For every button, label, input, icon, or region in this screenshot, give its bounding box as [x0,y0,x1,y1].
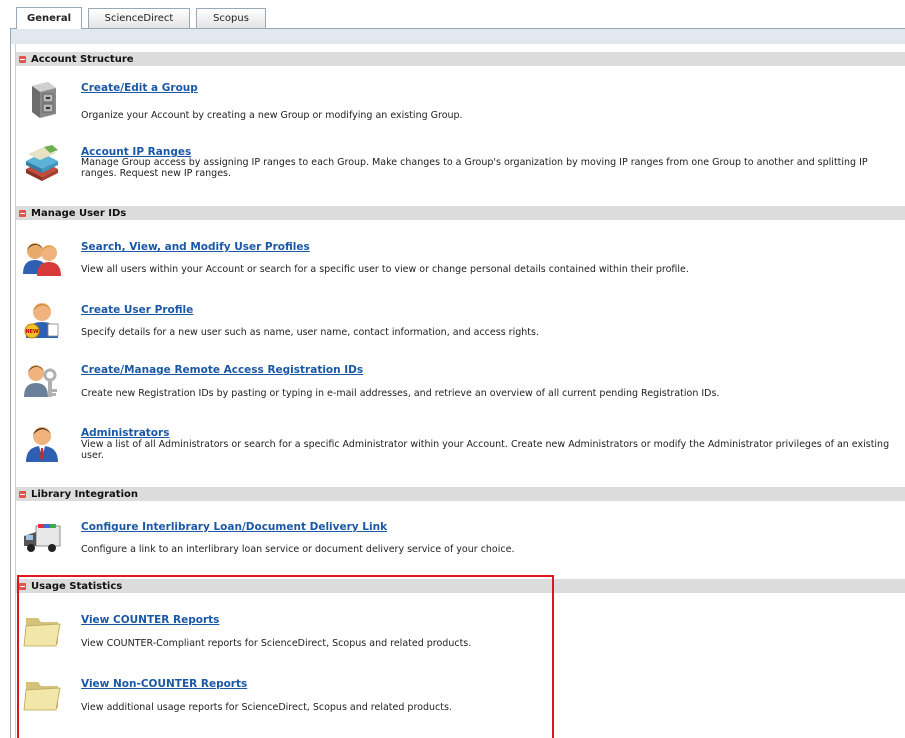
tab-general[interactable]: General [16,7,82,29]
item-create-user-profile: NEW Create User Profile Specify details … [22,300,902,342]
interlibrary-loan-description: Configure a link to an interlibrary loan… [81,544,515,555]
tab-scopus[interactable]: Scopus [196,8,266,28]
folder-icon [23,618,61,647]
create-user-profile-link[interactable]: Create User Profile [81,304,193,316]
item-interlibrary-loan: Configure Interlibrary Loan/Document Del… [22,518,902,560]
administrators-description: View a list of all Administrators or sea… [81,439,890,461]
folder-icon [23,682,61,711]
tab-bar: General ScienceDirect Scopus [0,0,905,30]
tab-sciencedirect[interactable]: ScienceDirect [88,8,190,28]
item-counter-reports: View COUNTER Reports View COUNTER-Compli… [22,610,902,654]
delivery-truck-icon [24,524,61,552]
section-manage-user-ids[interactable]: Manage User IDs [16,206,905,220]
account-ip-ranges-description: Manage Group access by assigning IP rang… [81,157,868,179]
item-search-user-profiles: Search, View, and Modify User Profiles V… [22,238,902,278]
create-edit-group-description: Organize your Account by creating a new … [81,110,463,121]
administrator-icon [26,427,58,462]
non-counter-reports-link[interactable]: View Non-COUNTER Reports [81,678,247,690]
item-administrators: Administrators View a list of all Admini… [22,424,902,472]
non-counter-reports-description: View additional usage reports for Scienc… [81,702,452,713]
counter-reports-description: View COUNTER-Compliant reports for Scien… [81,638,472,649]
svg-text:NEW: NEW [25,329,39,335]
collapse-icon[interactable] [19,209,26,217]
search-user-profiles-link[interactable]: Search, View, and Modify User Profiles [81,241,310,253]
section-title: Manage User IDs [31,207,127,219]
file-cabinet-icon [32,82,56,118]
collapse-icon[interactable] [19,490,26,498]
collapse-icon[interactable] [19,55,26,63]
search-user-profiles-description: View all users within your Account or se… [81,264,689,275]
section-library-integration[interactable]: Library Integration [16,487,905,501]
section-title: Account Structure [31,53,134,65]
create-user-profile-description: Specify details for a new user such as n… [81,327,539,338]
collapse-icon[interactable] [19,582,26,590]
remote-access-ids-link[interactable]: Create/Manage Remote Access Registration… [81,364,363,376]
stacked-layers-icon [26,145,58,181]
user-keys-icon [24,365,57,397]
section-title: Usage Statistics [31,580,123,592]
remote-access-ids-description: Create new Registration IDs by pasting o… [81,388,720,399]
counter-reports-link[interactable]: View COUNTER Reports [81,614,219,626]
item-remote-access-ids: Create/Manage Remote Access Registration… [22,361,902,403]
interlibrary-loan-link[interactable]: Configure Interlibrary Loan/Document Del… [81,521,387,533]
create-edit-group-link[interactable]: Create/Edit a Group [81,82,198,94]
users-pair-icon [23,243,61,276]
item-non-counter-reports: View Non-COUNTER Reports View additional… [22,674,902,718]
section-usage-statistics[interactable]: Usage Statistics [16,579,905,593]
item-account-ip-ranges: Account IP Ranges Manage Group access by… [22,143,902,193]
administrators-link[interactable]: Administrators [81,427,169,439]
section-account-structure[interactable]: Account Structure [16,52,905,66]
section-title: Library Integration [31,488,139,500]
item-create-edit-group: Create/Edit a Group Organize your Accoun… [22,80,902,126]
new-user-icon: NEW [24,303,59,339]
